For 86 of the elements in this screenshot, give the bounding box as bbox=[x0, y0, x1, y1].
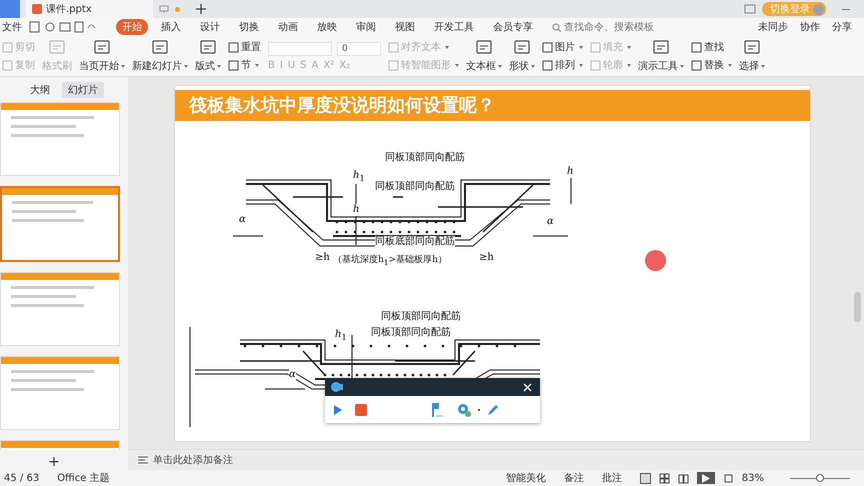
ribbon-button[interactable]: 重置 bbox=[228, 40, 261, 54]
window-icon[interactable] bbox=[744, 4, 756, 14]
tool-icon bbox=[542, 42, 553, 52]
tool-icon bbox=[2, 60, 13, 70]
font-name-field[interactable] bbox=[268, 42, 332, 56]
tool-icon bbox=[691, 60, 702, 70]
slide-counter: 45 / 63 bbox=[4, 472, 40, 484]
normal-view-icon[interactable] bbox=[640, 472, 651, 484]
new-tab-button[interactable] bbox=[196, 4, 206, 14]
tool-icon bbox=[542, 60, 553, 70]
unsaved-dot-icon bbox=[175, 6, 180, 12]
presentation-file-icon bbox=[32, 4, 42, 14]
ribbon-button[interactable]: 排列 bbox=[542, 58, 583, 72]
ribbon-button[interactable]: 替换 bbox=[691, 58, 732, 72]
tool-icon bbox=[228, 42, 239, 52]
camera-icon bbox=[331, 381, 343, 393]
ribbon-tab[interactable]: 放映 bbox=[311, 19, 343, 35]
ribbon-button[interactable]: 版式 bbox=[195, 39, 221, 73]
avatar-icon bbox=[813, 4, 824, 14]
fit-window-icon[interactable] bbox=[722, 472, 734, 484]
ribbon-tab[interactable]: 设计 bbox=[194, 19, 226, 35]
notes-button[interactable]: 备注 bbox=[564, 471, 584, 485]
slideshow-button[interactable] bbox=[696, 472, 715, 484]
ribbon-tab[interactable]: 会员专享 bbox=[487, 19, 539, 35]
tool-icon bbox=[388, 60, 399, 70]
close-icon[interactable] bbox=[523, 382, 532, 392]
tool-icon bbox=[2, 42, 13, 52]
ribbon-tab[interactable]: 切换 bbox=[233, 19, 265, 35]
scrollbar-thumb[interactable] bbox=[854, 292, 861, 322]
drawing-label: 同板顶部同向配筋 bbox=[385, 152, 465, 164]
file-menu[interactable]: 文件 bbox=[2, 20, 22, 34]
drawing-label: α bbox=[289, 369, 296, 381]
play-icon[interactable] bbox=[333, 404, 343, 416]
comments-button[interactable]: 批注 bbox=[602, 471, 622, 485]
panel-tab[interactable]: 大纲 bbox=[24, 82, 56, 98]
notes-icon bbox=[138, 456, 148, 464]
drawing-label: 同板底部同向配筋 bbox=[375, 236, 455, 248]
drawing-label: h$_{1}$ bbox=[335, 329, 347, 343]
tool-icon bbox=[590, 60, 601, 70]
ribbon-button[interactable]: 新建幻灯片 bbox=[132, 39, 188, 73]
drawing-label: 同板顶部同向配筋 bbox=[371, 327, 451, 339]
minimize-button[interactable] bbox=[842, 8, 850, 10]
drawing-label: 同板顶部同向配筋 bbox=[375, 181, 455, 193]
font-size-field[interactable]: 0 bbox=[337, 42, 381, 56]
ribbon-button[interactable]: 当页开始 bbox=[79, 39, 125, 73]
search-icon bbox=[552, 22, 561, 32]
monitor-icon[interactable] bbox=[159, 4, 169, 14]
play-icon bbox=[702, 474, 710, 482]
ribbon-button[interactable]: 节 bbox=[228, 58, 261, 72]
ribbon-button[interactable]: 形状 bbox=[509, 39, 535, 73]
ribbon-button[interactable]: 文本框 bbox=[466, 39, 502, 73]
theme-name: Office 主题 bbox=[57, 472, 110, 485]
tool-icon bbox=[388, 42, 399, 52]
pen-icon[interactable] bbox=[486, 402, 500, 416]
book-icon[interactable] bbox=[678, 472, 689, 484]
zoom-percent[interactable]: 83% bbox=[742, 472, 764, 484]
ribbon-tab[interactable]: 开发工具 bbox=[428, 19, 480, 35]
webcam-icon[interactable] bbox=[456, 402, 472, 416]
slide-thumbnail[interactable] bbox=[0, 186, 120, 262]
ribbon-button[interactable]: 查找 bbox=[691, 40, 732, 54]
tool-icon bbox=[228, 60, 239, 70]
ribbon-button[interactable]: 选择 bbox=[739, 39, 765, 73]
header-action-link[interactable]: 未同步 bbox=[758, 20, 788, 34]
quick-access-toolbar-drawing[interactable] bbox=[28, 21, 98, 33]
grid-view-icon[interactable] bbox=[658, 472, 670, 484]
tool-icon bbox=[691, 42, 702, 52]
stop-icon[interactable] bbox=[355, 404, 367, 416]
ribbon-button[interactable]: 演示工具 bbox=[638, 39, 684, 73]
drawing-label: 同板顶部同向配筋 bbox=[381, 311, 461, 323]
header-action-link[interactable]: 分享 bbox=[832, 20, 852, 34]
ribbon-tab[interactable]: 审阅 bbox=[350, 19, 382, 35]
command-search-field[interactable]: 查找命令、搜索模板 bbox=[552, 22, 674, 32]
drawing-label: h$_{1}$ bbox=[353, 170, 365, 184]
panel-tab[interactable]: 幻灯片 bbox=[62, 82, 104, 98]
ribbon-tab[interactable]: 插入 bbox=[155, 19, 187, 35]
tool-icon bbox=[590, 42, 601, 52]
header-action-link[interactable]: 协作 bbox=[800, 20, 820, 34]
ribbon-tab[interactable]: 视图 bbox=[389, 19, 421, 35]
add-slide-button[interactable]: + bbox=[48, 454, 60, 470]
ribbon-button[interactable]: 图片 bbox=[542, 40, 583, 54]
ribbon-tab[interactable]: 动画 bbox=[272, 19, 304, 35]
flag-icon[interactable] bbox=[430, 402, 444, 418]
document-tab[interactable]: 课件.pptx bbox=[26, 0, 153, 18]
smart-beautify-button[interactable]: 智能美化 bbox=[506, 471, 546, 485]
drawing-label: h bbox=[353, 204, 360, 216]
slide-title: 筏板集水坑中厚度没说明如何设置呢？ bbox=[175, 90, 810, 121]
